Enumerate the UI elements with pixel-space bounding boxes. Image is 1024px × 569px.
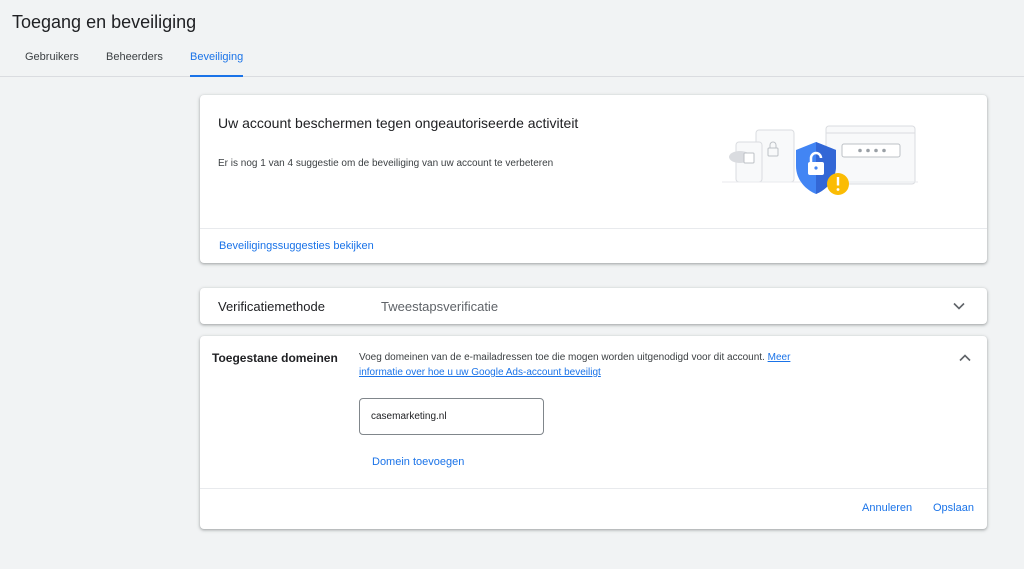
view-security-suggestions-link[interactable]: Beveiligingssuggesties bekijken [219, 240, 374, 252]
tab-beveiliging[interactable]: Beveiliging [190, 51, 244, 77]
phone-icon [729, 141, 763, 183]
protection-description: Er is nog 1 van 4 suggestie om de beveil… [218, 158, 554, 169]
security-illustration [722, 125, 918, 195]
add-domain-button[interactable]: Domein toevoegen [372, 456, 464, 468]
cancel-button[interactable]: Annuleren [862, 502, 912, 514]
page-header: Toegang en beveiliging Gebruikers Beheer… [0, 0, 1024, 77]
more-info-link-continued[interactable]: informatie over hoe u uw Google Ads-acco… [359, 367, 601, 378]
chevron-up-icon[interactable] [958, 351, 972, 365]
more-info-link[interactable]: Meer [768, 352, 791, 363]
divider [200, 488, 987, 489]
tab-gebruikers[interactable]: Gebruikers [25, 51, 79, 77]
verification-value: Tweestapsverificatie [381, 299, 499, 314]
domain-input[interactable] [359, 398, 544, 435]
verification-method-row[interactable]: Verificatiemethode Tweestapsverificatie [200, 288, 987, 324]
protection-title: Uw account beschermen tegen ongeautorise… [218, 115, 579, 131]
chevron-down-icon[interactable] [952, 299, 966, 313]
verification-label: Verificatiemethode [218, 299, 325, 314]
account-protection-card: Uw account beschermen tegen ongeautorise… [200, 95, 987, 263]
warning-icon [827, 173, 849, 195]
page-title: Toegang en beveiliging [12, 12, 197, 32]
divider [200, 228, 987, 229]
tab-beheerders[interactable]: Beheerders [106, 51, 163, 77]
domains-description-text: Voeg domeinen van de e-mailadressen toe … [359, 352, 765, 363]
domains-label: Toegestane domeinen [212, 351, 338, 365]
domains-description: Voeg domeinen van de e-mailadressen toe … [359, 350, 849, 380]
allowed-domains-card: Toegestane domeinen Voeg domeinen van de… [200, 336, 987, 529]
save-button[interactable]: Opslaan [933, 502, 974, 514]
